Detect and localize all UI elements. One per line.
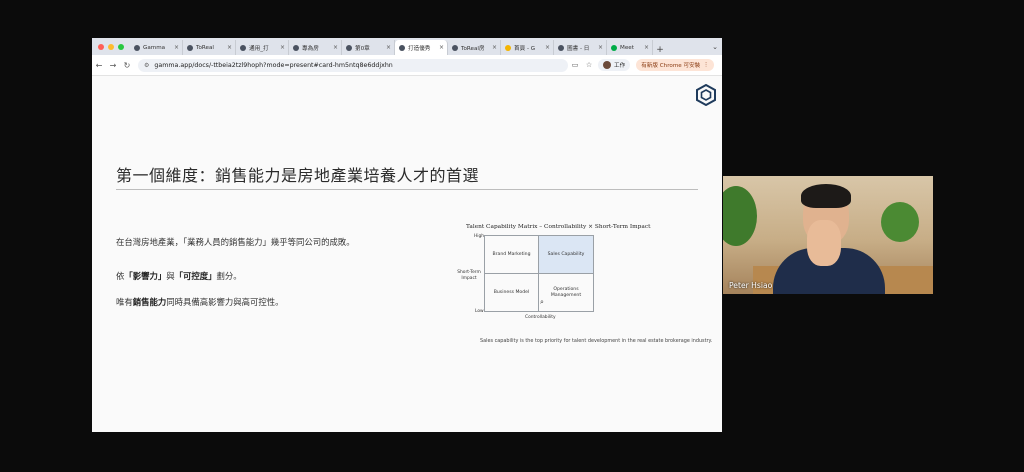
plant-left [723,186,757,246]
bold-text-run: 「影響力」 [124,271,167,281]
maximize-window-button[interactable] [118,43,124,50]
tab-title: ToReal [196,44,214,51]
tab-favicon-icon [452,44,458,51]
more-vert-icon[interactable]: ⋮ [703,62,709,68]
tab-close-icon[interactable]: × [598,44,603,51]
slide-paragraph-3: 唯有銷售能力同時具備高影響力與高可控性。 [116,296,284,308]
shared-screen: Gamma × ToReal × 通用_打 × 專為房 × 第0章 × 打造優秀 × ToR… [92,38,722,432]
tab-title: Meet [620,44,634,51]
update-label: 有新版 Chrome 可安裝 [641,63,701,69]
tab-close-icon[interactable]: × [545,44,550,51]
person-hand [807,220,841,266]
browser-tab[interactable]: ToReal房 × [448,40,501,55]
tab-list: Gamma × ToReal × 通用_打 × 專為房 × 第0章 × 打造優秀 × ToR… [130,38,708,55]
slide-paragraph-2: 依「影響力」與「可控度」劃分。 [116,270,242,282]
browser-toolbar: ← → ↻ ⚙ gamma.app/docs/-ttbeia2tzl9hoph?… [92,55,722,76]
tab-favicon-icon [505,44,511,51]
update-chrome-button[interactable]: 有新版 Chrome 可安裝 ⋮ [636,59,714,71]
browser-tab[interactable]: 圖書 - 日 × [554,40,607,55]
participant-name: Peter Hsiao [729,281,773,290]
tab-title: 圖書 - 日 [567,45,590,52]
profile-label: 工作 [614,63,626,69]
chart-caption: Sales capability is the top priority for… [480,338,713,344]
y-tick-low: Low [475,309,484,314]
tab-favicon-icon [611,44,617,51]
avatar [603,61,611,69]
tab-favicon-icon [187,44,193,51]
text-run: 唯有 [116,297,133,307]
plant-right [881,202,919,242]
quadrant-brand-marketing: Brand Marketing [485,236,539,274]
slide-title: 第一個維度：銷售能力是房地產業培養人才的首選 [116,166,480,185]
profile-button[interactable]: 工作 [598,59,631,71]
forward-arrow-icon[interactable]: → [106,61,120,70]
y-axis-label: Short-Term Impact [457,270,481,281]
tab-title: 打造優秀 [408,45,431,52]
tab-favicon-icon [399,44,405,51]
browser-tab[interactable]: 首頁 - G × [501,40,554,55]
tab-close-icon[interactable]: × [386,44,391,51]
browser-tab[interactable]: 第0章 × [342,40,395,55]
browser-tab[interactable]: 專為房 × [289,40,342,55]
bold-text-run: 銷售能力 [132,297,167,307]
window-controls [92,43,130,50]
tab-close-icon[interactable]: × [644,44,649,51]
quadrant-business-model: Business Model [485,274,539,312]
close-window-button[interactable] [98,43,104,50]
quadrant-sales-capability: Sales Capability [539,236,593,274]
tab-close-icon[interactable]: × [280,44,285,51]
text-run: 劃分。 [216,271,242,281]
tab-favicon-icon [134,44,140,51]
address-bar[interactable]: ⚙ gamma.app/docs/-ttbeia2tzl9hoph?mode=p… [138,58,568,72]
tab-title: Gamma [143,44,166,51]
browser-tab[interactable]: ToReal × [183,40,236,55]
presentation-slide: 第一個維度：銷售能力是房地產業培養人才的首選 在台灣房地產業，「業務人員的銷售能… [92,76,722,432]
new-tab-button[interactable]: + [653,45,667,55]
browser-tab[interactable]: 通用_打 × [236,40,289,55]
browser-tab[interactable]: Gamma × [130,40,183,55]
tab-close-icon[interactable]: × [174,44,179,51]
participant-video-tile[interactable]: Peter Hsiao [723,176,933,294]
back-arrow-icon[interactable]: ← [92,61,106,70]
browser-tab-active[interactable]: 打造優秀 × [395,40,448,55]
tab-close-icon[interactable]: × [333,44,338,51]
tab-search-chevron-icon[interactable]: ⌄ [708,43,722,51]
browser-tab-strip: Gamma × ToReal × 通用_打 × 專為房 × 第0章 × 打造優秀 × ToR… [92,38,722,55]
y-tick-high: High [474,234,485,239]
tab-close-icon[interactable]: × [227,44,232,51]
tab-title: ToReal房 [461,45,485,52]
tab-title: 首頁 - G [514,45,536,52]
site-info-icon[interactable]: ⚙ [144,62,149,69]
reload-icon[interactable]: ↻ [120,61,134,70]
tab-title: 專為房 [302,45,319,52]
slide-paragraph-1: 在台灣房地產業，「業務人員的銷售能力」幾乎等同公司的成敗。 [116,237,355,247]
tab-favicon-icon [240,44,246,51]
text-run: 與 [166,271,175,281]
minimize-window-button[interactable] [108,43,114,50]
tab-title: 第0章 [355,45,370,52]
tab-favicon-icon [558,44,564,51]
person-hair [801,184,851,208]
cast-icon[interactable]: ▭ [568,61,582,69]
x-axis-label: Controllability [525,315,556,320]
quadrant-operations-management: Operations Management [550,287,582,298]
tab-close-icon[interactable]: × [439,44,444,51]
tab-favicon-icon [346,44,352,51]
url-text: gamma.app/docs/-ttbeia2tzl9hoph?mode=pre… [154,61,393,69]
gamma-logo-icon [696,84,716,106]
bookmark-star-icon[interactable]: ☆ [582,61,596,69]
tab-title: 通用_打 [249,45,269,52]
zoom-cursor-icon: ⌕ [540,298,544,306]
tab-close-icon[interactable]: × [492,44,497,51]
tab-favicon-icon [293,44,299,51]
text-run: 同時具備高影響力與高可控性。 [166,297,284,307]
bold-text-run: 「可控度」 [174,271,217,281]
browser-tab[interactable]: Meet × [607,40,653,55]
capability-matrix: Brand Marketing Sales Capability Busines… [484,235,594,312]
matrix-title: Talent Capability Matrix – Controllabili… [466,224,651,230]
title-divider [116,189,698,190]
